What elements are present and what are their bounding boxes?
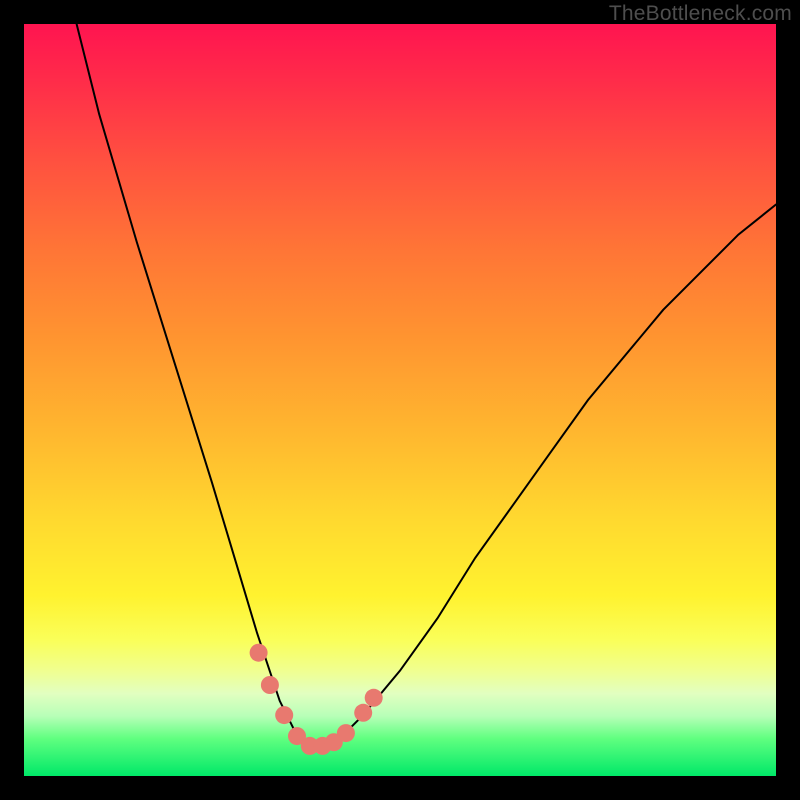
bottleneck-curve	[24, 24, 776, 776]
curve-marker	[275, 706, 293, 724]
chart-area	[24, 24, 776, 776]
curve-marker	[365, 689, 383, 707]
curve-marker	[261, 676, 279, 694]
curve-marker	[325, 733, 343, 751]
watermark-text: TheBottleneck.com	[609, 2, 792, 26]
curve-marker	[288, 727, 306, 745]
curve-marker	[314, 737, 332, 755]
curve-marker	[250, 644, 268, 662]
curve-marker	[337, 724, 355, 742]
curve-marker	[354, 704, 372, 722]
curve-marker	[301, 737, 319, 755]
